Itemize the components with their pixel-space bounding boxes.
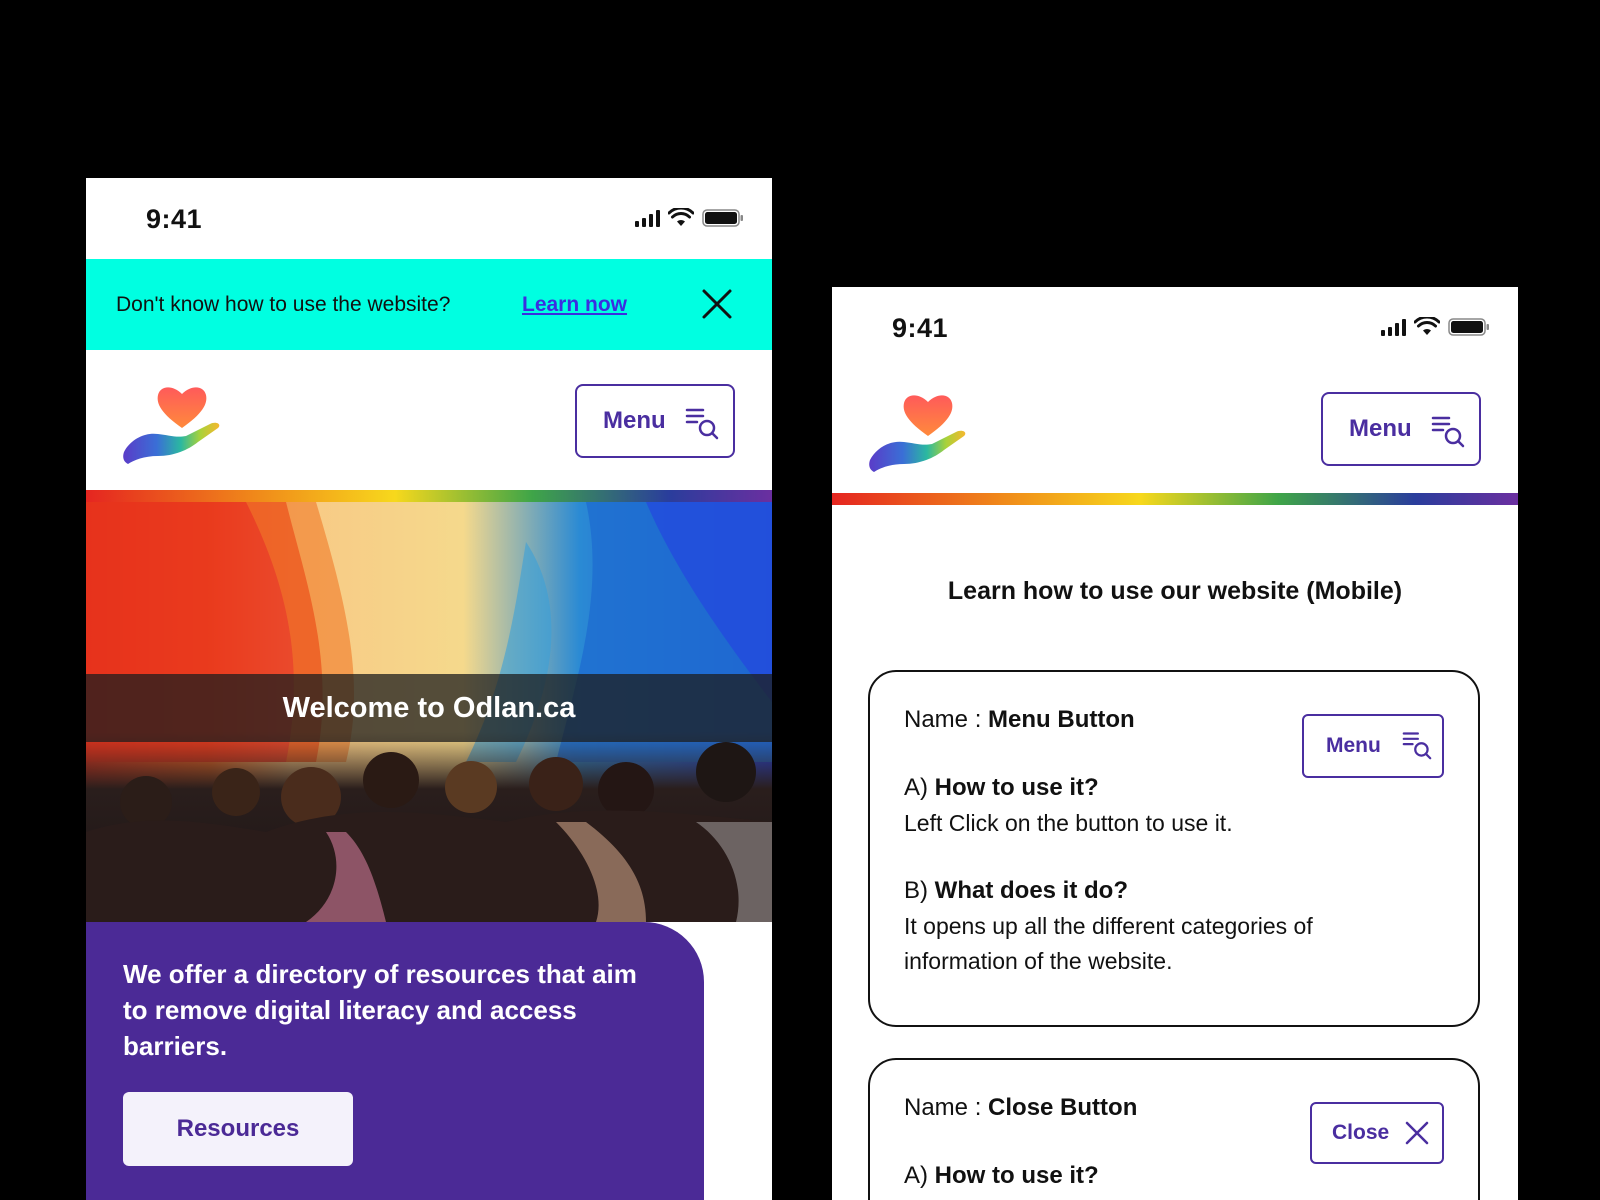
how-to-use-heading: A) How to use it? xyxy=(904,1162,1099,1189)
menu-search-icon xyxy=(1402,732,1432,760)
how-to-use-text: Left Click on the button to use it. xyxy=(904,810,1233,836)
card-name-value: Close Button xyxy=(988,1094,1138,1121)
page-title: Learn how to use our website (Mobile) xyxy=(947,577,1403,605)
banner-text: Don't know how to use the website? xyxy=(116,293,451,316)
menu-button[interactable]: Menu xyxy=(575,384,735,458)
menu-button-label: Menu xyxy=(603,407,666,434)
status-icons xyxy=(1381,317,1490,336)
rainbow-divider xyxy=(832,493,1518,505)
what-does-it-do-heading: B) What does it do? xyxy=(904,877,1128,904)
battery-icon xyxy=(702,208,743,227)
status-bar: 9:41 xyxy=(86,178,772,259)
close-button-info-card: Name : Close Button Close A) How to use … xyxy=(868,1058,1480,1200)
demo-menu-button[interactable]: Menu xyxy=(1302,714,1444,778)
homepage-mobile-screen: 9:41 Don't know how to use the website? … xyxy=(86,178,772,1200)
logo-heart-hand-icon[interactable] xyxy=(868,388,972,472)
card-name: Name : Close Button xyxy=(904,1094,1137,1122)
card-name: Name : Menu Button xyxy=(904,706,1135,734)
menu-button-info-card: Name : Menu Button Menu A) How to use it… xyxy=(868,670,1480,1027)
intro-text: We offer a directory of resources that a… xyxy=(123,959,637,1061)
close-icon[interactable] xyxy=(700,287,734,321)
card-name-label: Name : xyxy=(904,706,982,733)
menu-button[interactable]: Menu xyxy=(1321,392,1481,466)
wifi-icon xyxy=(668,208,694,226)
intro-card: We offer a directory of resources that a… xyxy=(86,922,704,1200)
rainbow-divider xyxy=(86,490,772,502)
status-time: 9:41 xyxy=(892,313,949,343)
menu-search-icon xyxy=(685,408,719,440)
menu-button-label: Menu xyxy=(1349,415,1412,442)
status-bar: 9:41 xyxy=(832,287,1518,368)
menu-search-icon xyxy=(1431,416,1465,448)
logo-heart-hand-icon[interactable] xyxy=(122,380,226,464)
site-header: Menu xyxy=(832,368,1518,493)
card-name-value: Menu Button xyxy=(988,706,1135,733)
how-to-use-heading: A) How to use it? xyxy=(904,774,1099,801)
hero-section: Welcome to Odlan.ca xyxy=(86,502,772,922)
help-banner: Don't know how to use the website? Learn… xyxy=(86,259,772,350)
wifi-icon xyxy=(1414,317,1440,335)
what-does-it-do-text: It opens up all the different categories… xyxy=(904,913,1313,974)
demo-close-button-label: Close xyxy=(1332,1121,1390,1144)
learn-now-link[interactable]: Learn now xyxy=(522,293,627,317)
status-time: 9:41 xyxy=(146,204,203,234)
battery-icon xyxy=(1448,317,1489,336)
cellular-signal-icon xyxy=(635,209,660,227)
demo-close-button[interactable]: Close xyxy=(1310,1102,1444,1164)
hero-caption: Welcome to Odlan.ca xyxy=(86,674,772,742)
cellular-signal-icon xyxy=(1381,318,1406,336)
site-header: Menu xyxy=(86,350,772,490)
demo-menu-button-label: Menu xyxy=(1326,734,1381,757)
status-icons xyxy=(635,208,744,227)
resources-button[interactable]: Resources xyxy=(123,1092,353,1166)
card-name-label: Name : xyxy=(904,1094,982,1121)
tutorial-mobile-screen: 9:41 Menu Learn how to use our website (… xyxy=(832,287,1518,1200)
close-icon xyxy=(1405,1121,1429,1145)
